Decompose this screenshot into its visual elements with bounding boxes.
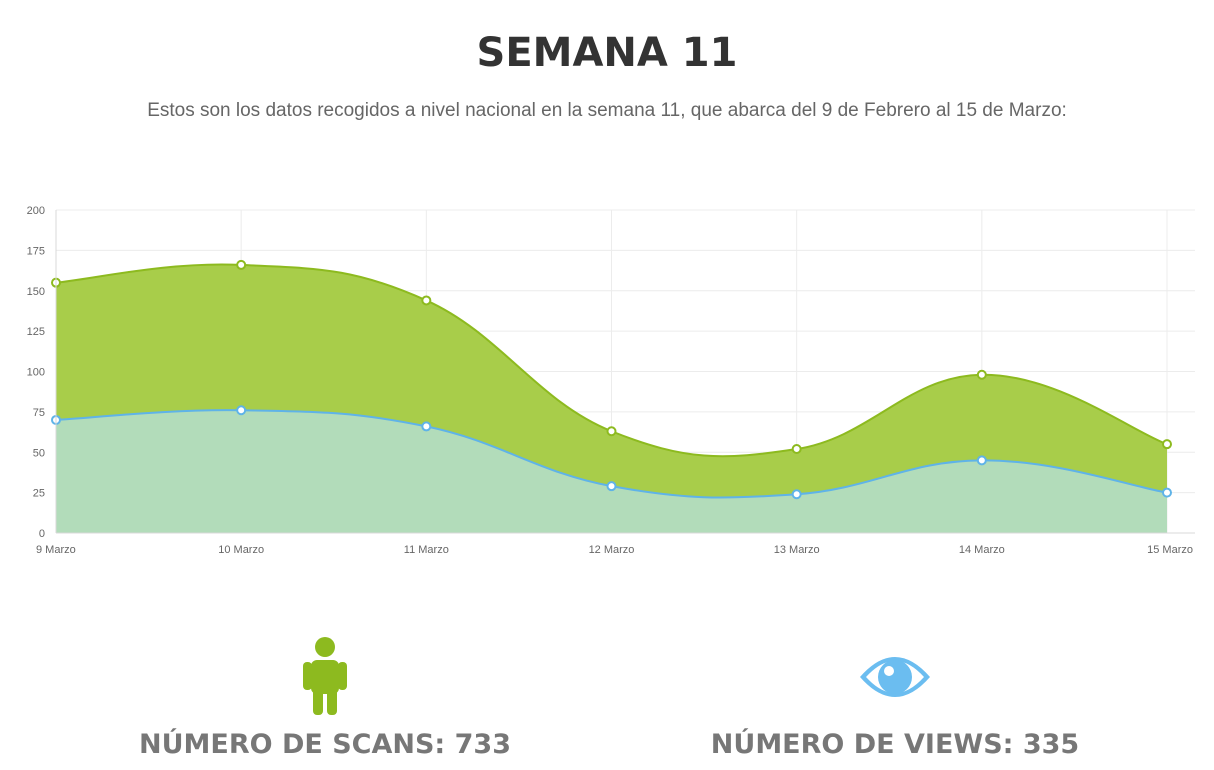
y-tick-label: 125 (27, 326, 45, 338)
series-2-point (791, 489, 802, 500)
x-tick-label: 12 Marzo (589, 544, 635, 556)
series-1-point (976, 369, 987, 380)
y-tick-label: 175 (27, 245, 45, 257)
x-tick-label: 11 Marzo (404, 544, 449, 556)
x-tick-label: 14 Marzo (959, 544, 1005, 556)
series-1-point (421, 295, 432, 306)
y-tick-label: 0 (39, 528, 45, 540)
eye-icon (860, 657, 930, 697)
views-label: NÚMERO DE VIEWS: 335 (710, 729, 1080, 760)
series-2-point (606, 481, 617, 492)
x-tick-label: 9 Marzo (36, 544, 76, 556)
x-tick-label: 10 Marzo (218, 544, 264, 556)
series-2-point (1162, 487, 1172, 498)
series-1-point (1162, 439, 1172, 450)
area-chart: 0 25 50 75 100 125 150 175 200 9 Marzo 10 Marzo 11 … (27, 205, 1195, 556)
scans-stat: NÚMERO DE SCANS: 733 (95, 635, 555, 760)
person-icon (303, 637, 347, 715)
series-1-point (606, 426, 617, 437)
page-subtitle: Estos son los datos recogidos a nivel na… (147, 100, 1067, 121)
series-1-point (791, 444, 802, 455)
series-1-point (236, 259, 247, 270)
y-tick-label: 100 (27, 367, 45, 379)
views-stat: NÚMERO DE VIEWS: 335 (665, 635, 1125, 760)
scans-label: NÚMERO DE SCANS: 733 (139, 729, 511, 760)
x-tick-label: 15 Marzo (1147, 544, 1193, 556)
y-tick-label: 150 (27, 286, 45, 298)
y-tick-label: 200 (27, 205, 45, 217)
y-tick-label: 50 (33, 447, 45, 459)
series-2-point (236, 405, 247, 416)
y-tick-label: 25 (33, 488, 45, 500)
page-title: SEMANA 11 (476, 30, 738, 76)
x-tick-label: 13 Marzo (774, 544, 820, 556)
series-2-point (976, 455, 987, 466)
y-tick-label: 75 (33, 407, 45, 419)
series-2-point (421, 421, 432, 432)
